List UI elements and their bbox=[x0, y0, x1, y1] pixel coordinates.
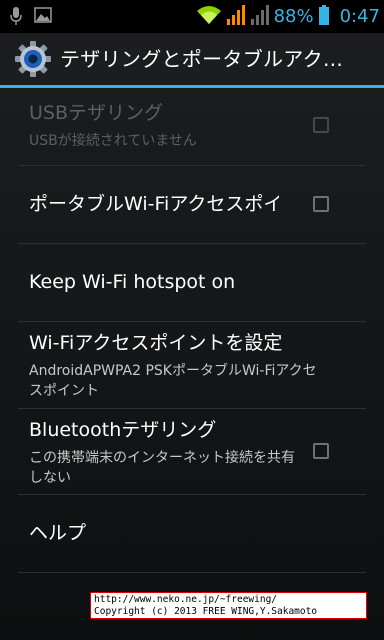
wifi-hotspot-settings-title: Wi-Fiアクセスポイントを設定 bbox=[29, 332, 283, 354]
list-item-portable-wifi-hotspot[interactable]: ポータブルWi-Fiアクセスポイント bbox=[18, 166, 366, 244]
list-item-usb-tethering[interactable]: USBテザリング USBが接続されていません bbox=[18, 88, 366, 166]
portable-wifi-hotspot-checkbox[interactable] bbox=[313, 196, 329, 212]
wifi-hotspot-settings-summary: AndroidAPWPA2 PSKポータブルWi-Fiアクセスポイント bbox=[29, 363, 317, 399]
copyright-text: Copyright (c) 2013 FREE WING,Y.Sakamoto bbox=[94, 606, 318, 617]
settings-list: USBテザリング USBが接続されていません ポータブルWi-Fiアクセスポイン… bbox=[0, 88, 384, 640]
battery-percent: 88% bbox=[273, 6, 314, 27]
usb-tethering-title: USBテザリング bbox=[29, 102, 164, 124]
image-icon bbox=[34, 6, 52, 30]
bluetooth-tethering-summary: この携帯端末のインターネット接続を共有しない bbox=[29, 450, 295, 486]
list-item-wifi-hotspot-settings[interactable]: Wi-Fiアクセスポイントを設定 AndroidAPWPA2 PSKポータブルW… bbox=[18, 322, 366, 409]
list-item-keep-wifi-hotspot-on[interactable]: Keep Wi-Fi hotspot on bbox=[18, 244, 366, 322]
portable-wifi-hotspot-title: ポータブルWi-Fiアクセスポイント bbox=[29, 193, 279, 215]
signal-orange-icon bbox=[226, 4, 246, 30]
usb-tethering-summary: USBが接続されていません bbox=[29, 133, 197, 149]
microphone-icon bbox=[10, 6, 22, 30]
list-item-bluetooth-tethering[interactable]: Bluetoothテザリング この携帯端末のインターネット接続を共有しない bbox=[18, 409, 366, 495]
copyright-notice: http://www.neko.ne.jp/~freewing/ Copyrig… bbox=[90, 592, 367, 619]
bluetooth-tethering-title: Bluetoothテザリング bbox=[29, 419, 217, 441]
signal-gray-icon bbox=[250, 4, 270, 30]
status-bar: 88% 0:47 bbox=[0, 0, 384, 33]
copyright-url: http://www.neko.ne.jp/~freewing/ bbox=[94, 594, 278, 605]
list-item-help[interactable]: ヘルプ bbox=[18, 495, 366, 573]
usb-tethering-checkbox[interactable] bbox=[313, 117, 329, 133]
battery-icon bbox=[318, 4, 330, 30]
help-title: ヘルプ bbox=[29, 522, 87, 544]
action-bar: テザリングとポータブルアク… bbox=[0, 33, 384, 85]
bluetooth-tethering-checkbox[interactable] bbox=[313, 443, 329, 459]
settings-gear-icon[interactable] bbox=[14, 40, 52, 78]
clock: 0:47 bbox=[339, 6, 380, 27]
keep-wifi-hotspot-on-title: Keep Wi-Fi hotspot on bbox=[29, 271, 236, 293]
wifi-icon bbox=[196, 4, 222, 30]
page-title: テザリングとポータブルアク… bbox=[60, 47, 344, 71]
